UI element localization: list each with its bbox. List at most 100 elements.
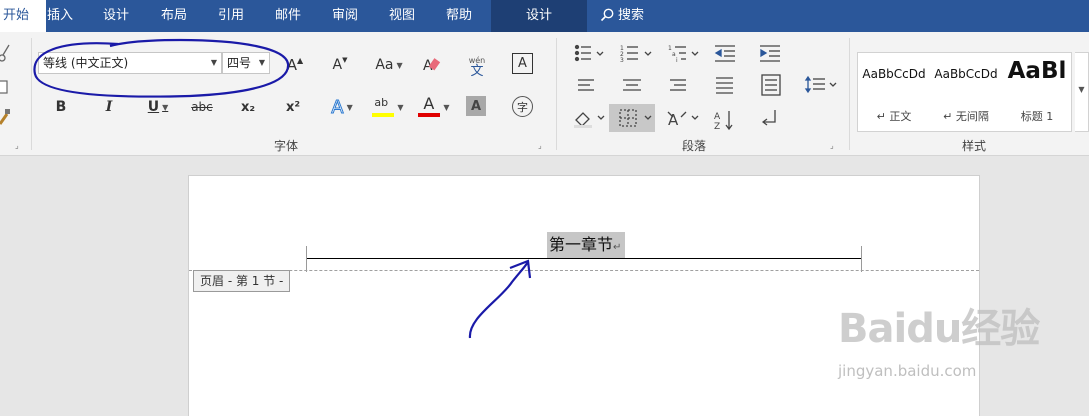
numbering-icon: 123	[620, 45, 652, 64]
highlighter-icon: ab	[372, 95, 395, 119]
align-center-active-bg	[609, 104, 655, 132]
shrink-font-button[interactable]: A ▼	[330, 54, 350, 76]
search-box[interactable]: 搜索	[600, 0, 644, 32]
style-no-spacing[interactable]: AaBbCcDd ↵ 无间隔	[930, 53, 1002, 131]
header-bottom-border	[306, 258, 862, 259]
superscript-icon: x²	[285, 99, 301, 115]
header-boundary-line	[189, 270, 979, 271]
shrink-font-icon: A	[332, 57, 343, 73]
clipboard-launcher-icon[interactable]: ⌟	[15, 142, 24, 151]
style-sample: AaBbCcDd	[934, 67, 998, 81]
style-heading-1[interactable]: AaBl 标题 1	[1002, 53, 1072, 131]
font-size-combo[interactable]: 四号 ▼	[222, 52, 270, 74]
svg-text:2: 2	[620, 51, 624, 58]
subscript-button[interactable]: x₂	[236, 96, 260, 118]
phonetic-guide-button[interactable]: wén 文	[464, 52, 490, 80]
copy-icon[interactable]	[0, 78, 10, 100]
style-name: 无间隔	[955, 110, 989, 123]
grow-font-button[interactable]: A ▲	[285, 54, 305, 76]
margin-corner-mark	[306, 246, 307, 259]
character-shading-button[interactable]: A	[466, 96, 486, 116]
underline-icon: U	[147, 99, 160, 115]
clear-formatting-icon: A	[423, 58, 441, 74]
style-sample: AaBbCcDd	[862, 67, 926, 81]
highlight-button[interactable]: ab ▼	[368, 94, 408, 120]
tab-insert[interactable]: 插入	[44, 0, 76, 32]
enclose-characters-icon: 字	[517, 100, 528, 114]
svg-text:3: 3	[620, 57, 624, 64]
styles-gallery-scroll-icon[interactable]: ▼	[1075, 52, 1089, 132]
tab-design[interactable]: 设计	[100, 0, 132, 32]
font-color-button[interactable]: A ▼	[416, 94, 452, 120]
format-painter-icon[interactable]	[0, 108, 10, 130]
subscript-icon: x₂	[240, 99, 256, 115]
chevron-down-icon[interactable]: ▼	[211, 53, 217, 73]
character-border-button[interactable]: A	[512, 53, 533, 74]
tab-layout[interactable]: 布局	[158, 0, 190, 32]
bold-icon: B	[55, 99, 67, 115]
tab-home[interactable]: 开始	[0, 0, 46, 32]
paragraph-mark-icon: ↵	[943, 110, 953, 123]
decrease-indent-icon	[714, 45, 735, 62]
character-border-icon: A	[518, 56, 527, 71]
svg-text:a: a	[672, 51, 676, 58]
chinese-layout-icon: A	[667, 111, 699, 129]
grow-font-icon: A	[286, 56, 298, 74]
strikethrough-button[interactable]: abc	[188, 96, 216, 118]
search-icon	[600, 8, 614, 22]
justify-icon	[716, 77, 733, 94]
italic-icon: I	[105, 99, 113, 115]
svg-text:i: i	[676, 57, 678, 64]
tab-mailings[interactable]: 邮件	[272, 0, 304, 32]
font-name-combo[interactable]: 等线 (中文正文) ▼	[38, 52, 222, 74]
change-case-button[interactable]: Aa ▼	[372, 54, 406, 76]
style-name: 标题 1	[1020, 110, 1054, 123]
tab-view[interactable]: 视图	[386, 0, 418, 32]
phonetic-guide-icon: 文	[470, 64, 484, 79]
enclose-characters-button[interactable]: 字	[512, 96, 533, 117]
styles-group-label: 样式	[961, 139, 986, 153]
paragraph-launcher-icon[interactable]: ⌟	[830, 142, 839, 151]
align-left-icon	[578, 79, 594, 91]
strikethrough-icon: abc	[191, 100, 213, 114]
styles-gallery: AaBbCcDd ↵ 正文 AaBbCcDd ↵ 无间隔 AaBl 标题 1	[857, 52, 1072, 132]
italic-button[interactable]: I	[98, 96, 120, 118]
superscript-button[interactable]: x²	[281, 96, 305, 118]
svg-text:Z: Z	[714, 122, 720, 132]
tab-help[interactable]: 帮助	[443, 0, 475, 32]
text-effects-button[interactable]: A ▼	[328, 95, 356, 119]
style-sample: AaBl	[1007, 58, 1067, 84]
style-normal[interactable]: AaBbCcDd ↵ 正文	[858, 53, 930, 131]
tab-references[interactable]: 引用	[215, 0, 247, 32]
line-spacing-icon	[804, 75, 837, 94]
font-size-value: 四号	[227, 56, 252, 70]
character-shading-icon: A	[470, 98, 482, 114]
underline-button[interactable]: U ▼	[140, 96, 176, 118]
bold-button[interactable]: B	[50, 96, 72, 118]
font-name-value: 等线 (中文正文)	[43, 56, 129, 70]
cut-icon[interactable]	[0, 44, 10, 66]
align-center-icon	[623, 79, 641, 91]
clear-formatting-button[interactable]: A	[420, 53, 444, 77]
svg-text:A: A	[668, 111, 679, 129]
baidu-watermark: Baidu经验 jingyan.baidu.com	[838, 296, 1040, 396]
header-text[interactable]: 第一章节↵	[547, 232, 626, 258]
change-case-icon: Aa	[375, 57, 394, 73]
tab-review[interactable]: 审阅	[329, 0, 361, 32]
distributed-icon	[761, 74, 781, 96]
font-launcher-icon[interactable]: ⌟	[538, 142, 547, 151]
svg-text:A: A	[714, 112, 721, 122]
watermark-logo: Baidu经验	[838, 306, 1040, 352]
ribbon: ⌟ 等线 (中文正文) ▼ 四号 ▼ A ▲ A ▼ Aa ▼ A wén 文 A B…	[0, 32, 1089, 156]
align-right-icon	[670, 79, 686, 91]
search-label: 搜索	[618, 8, 645, 23]
multilevel-icon: 1ai	[668, 45, 699, 64]
chevron-down-icon[interactable]: ▼	[259, 53, 265, 73]
paragraph-group-label: 段落	[681, 139, 706, 153]
margin-corner-mark	[861, 246, 862, 259]
sort-icon: AZ	[714, 111, 733, 132]
font-color-icon: A	[418, 94, 441, 119]
tab-header-footer-design[interactable]: 设计	[491, 0, 587, 32]
text-effects-icon: A	[331, 96, 344, 118]
show-marks-icon	[761, 110, 776, 126]
